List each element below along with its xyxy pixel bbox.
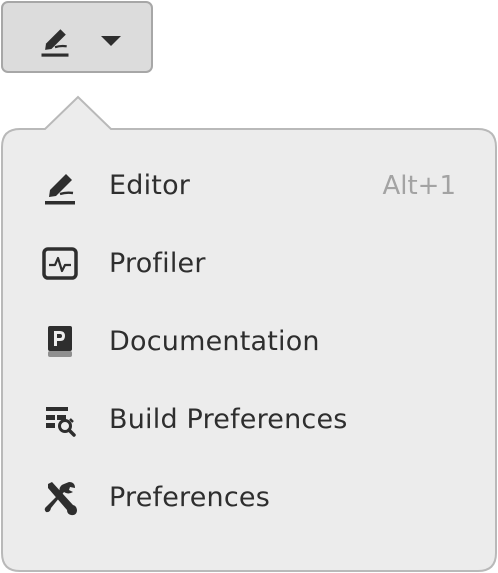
menu-item-build-preferences[interactable]: Build Preferences <box>4 382 494 458</box>
edit-pen-icon <box>37 21 73 59</box>
app-stage: Editor Alt+1 Profiler Documentation Buil… <box>0 0 498 573</box>
menu-item-label: Preferences <box>109 482 270 513</box>
menu-item-label: Editor <box>109 170 191 201</box>
menu-item-label: Build Preferences <box>109 404 348 435</box>
menu-item-accelerator: Alt+1 <box>382 171 456 201</box>
menu-item-preferences[interactable]: Preferences <box>4 460 494 536</box>
menu-item-documentation[interactable]: Documentation <box>4 304 494 380</box>
build-preferences-icon <box>40 400 80 440</box>
menu-item-label: Profiler <box>109 248 206 279</box>
perspective-menu-button[interactable] <box>1 1 153 73</box>
perspective-popover: Editor Alt+1 Profiler Documentation Buil… <box>0 0 498 573</box>
profiler-graph-icon <box>40 244 80 284</box>
menu-item-profiler[interactable]: Profiler <box>4 226 494 302</box>
caret-down-icon <box>99 34 123 48</box>
menu-item-editor[interactable]: Editor Alt+1 <box>4 148 494 224</box>
documentation-book-icon <box>40 322 80 362</box>
perspective-menu: Editor Alt+1 Profiler Documentation Buil… <box>4 130 494 570</box>
menu-item-label: Documentation <box>109 326 320 357</box>
edit-pen-icon <box>40 166 80 206</box>
preferences-tools-icon <box>40 478 80 518</box>
